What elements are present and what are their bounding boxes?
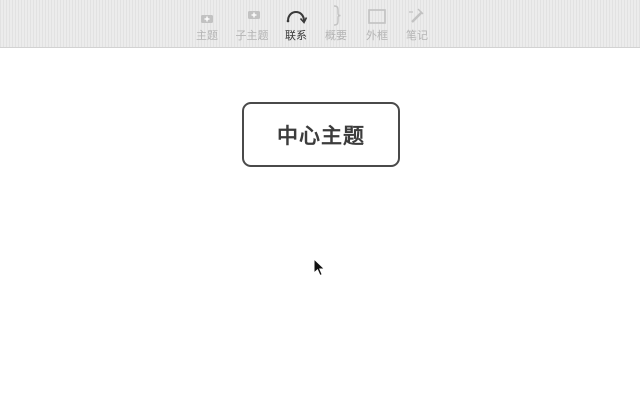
boundary-label: 外框 bbox=[366, 29, 388, 42]
boundary-button[interactable]: 外框 bbox=[355, 5, 399, 45]
topic-label: 主题 bbox=[196, 29, 218, 42]
relationship-label: 联系 bbox=[285, 29, 307, 42]
relationship-button[interactable]: 联系 bbox=[274, 5, 318, 45]
notes-button[interactable]: 笔记 bbox=[395, 5, 439, 45]
topic-button[interactable]: 主题 bbox=[185, 5, 229, 45]
summary-label: 概要 bbox=[325, 29, 347, 42]
subtopic-icon bbox=[230, 5, 274, 27]
summary-brace-icon bbox=[314, 5, 358, 27]
mindmap-app: 主题 子主题 联系 概要 外框 笔记 中心主题 bbox=[0, 0, 640, 399]
central-topic-text: 中心主题 bbox=[277, 123, 365, 148]
subtopic-label: 子主题 bbox=[235, 29, 269, 42]
summary-button[interactable]: 概要 bbox=[314, 5, 358, 45]
subtopic-button[interactable]: 子主题 bbox=[230, 5, 274, 45]
relationship-icon bbox=[274, 5, 318, 27]
mouse-pointer-icon bbox=[313, 257, 327, 278]
central-topic-node[interactable]: 中心主题 bbox=[242, 102, 400, 167]
notes-label: 笔记 bbox=[406, 29, 428, 42]
toolbar: 主题 子主题 联系 概要 外框 笔记 bbox=[0, 0, 640, 48]
topic-icon bbox=[185, 5, 229, 27]
mindmap-canvas[interactable]: 中心主题 bbox=[0, 48, 640, 399]
notes-pencil-icon bbox=[395, 5, 439, 27]
boundary-icon bbox=[355, 5, 399, 27]
